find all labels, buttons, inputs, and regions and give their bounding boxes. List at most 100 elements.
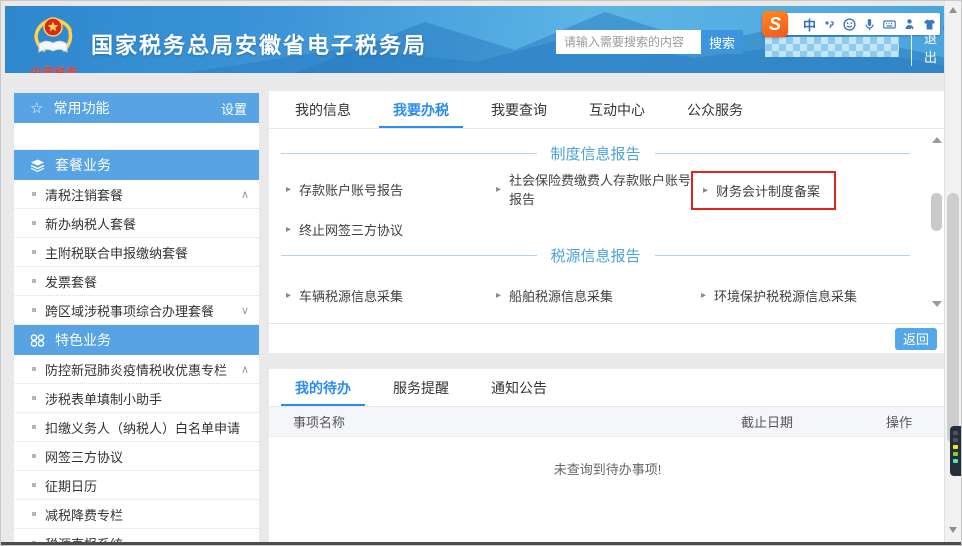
sidebar-header-package-services: 套餐业务 [14, 150, 259, 180]
ime-punctuation-icon[interactable] [823, 18, 836, 31]
window-bottom-edge [1, 542, 961, 545]
bullet-icon [32, 250, 36, 254]
sidebar-item-qingshui-zhuxiao[interactable]: 清税注销套餐 ∧ [14, 180, 259, 209]
redacted-username [765, 37, 899, 57]
bullet-icon [32, 483, 36, 487]
scroll-up-icon[interactable]: ∧ [241, 363, 249, 376]
sidebar-item-xinban-nashuiren[interactable]: 新办纳税人套餐 [14, 209, 259, 238]
link-financial-accounting-system-filing[interactable]: ▸ 财务会计制度备案 [691, 171, 916, 210]
tab-inquiry[interactable]: 我要查询 [477, 91, 561, 128]
ime-emoji-icon[interactable] [843, 17, 856, 31]
todo-panel: 我的待办 服务提醒 通知公告 事项名称 截止日期 操作 未查询到待办事项! [269, 369, 946, 545]
red-highlight-box: ▸ 财务会计制度备案 [691, 171, 837, 210]
search-input[interactable] [556, 30, 701, 54]
scrollbar-thumb[interactable] [931, 193, 942, 231]
link-social-insurance-account-report[interactable]: ▸ 社会保险费缴费人存款账户账号报告 [496, 171, 701, 207]
triangle-right-icon: ▸ [703, 185, 709, 196]
widget-segment [953, 452, 958, 456]
tax-emblem-icon [34, 17, 73, 53]
tab-service-reminder[interactable]: 服务提醒 [379, 369, 463, 406]
tax-bureau-logo: 中国税务 [23, 10, 83, 73]
scrollbar-down-icon[interactable] [932, 301, 942, 307]
sidebar-section-title: 特色业务 [55, 332, 111, 348]
sidebar-item-zhengqi-rili[interactable]: 征期日历 [14, 471, 259, 500]
sidebar-item-zhufushui-lianhe[interactable]: 主附税联合申报缴纳套餐 [14, 238, 259, 267]
logo-caption: 中国税务 [29, 67, 77, 73]
scrollbar-up-icon[interactable] [932, 137, 942, 143]
widget-segment [953, 445, 958, 449]
links-row: ▸ 终止网签三方协议 [286, 211, 916, 247]
link-environmental-tax-source-collection[interactable]: ▸ 环境保护税税源信息采集 [701, 277, 916, 313]
bullet-icon [32, 512, 36, 516]
scrollbar-thumb[interactable] [947, 193, 959, 443]
header-search: 搜索 [556, 30, 743, 54]
link-label: 环境保护税税源信息采集 [714, 288, 858, 304]
link-label: 车辆税源信息采集 [299, 288, 404, 304]
sidebar-item-label: 征期日历 [45, 478, 98, 494]
scroll-up-icon[interactable]: ∧ [241, 188, 249, 201]
triangle-right-icon: ▸ [286, 289, 292, 301]
sidebar-item-label: 涉税表单填制小助手 [45, 391, 163, 407]
section-title-text: 税源信息报告 [550, 248, 641, 265]
app-header: 中国税务 国家税务总局安徽省电子税务局 搜索 S 中 退出 [5, 6, 946, 73]
link-deposit-account-report[interactable]: ▸ 存款账户账号报告 [286, 171, 496, 207]
column-deadline: 截止日期 [741, 415, 794, 430]
link-label: 财务会计制度备案 [716, 184, 821, 199]
scrollbar-down-icon[interactable] [949, 527, 957, 533]
link-terminate-tripartite-agreement[interactable]: ▸ 终止网签三方协议 [286, 211, 496, 247]
divider-line [654, 255, 911, 256]
widget-segment [953, 459, 958, 463]
sidebar-item-wangqian-sanfang[interactable]: 网签三方协议 [14, 442, 259, 471]
sidebar-item-label: 防控新冠肺炎疫情税收优惠专栏 [45, 362, 228, 378]
tab-my-info[interactable]: 我的信息 [281, 91, 365, 128]
scrollbar-up-icon[interactable] [949, 7, 957, 13]
ime-logo-icon[interactable]: S [762, 11, 788, 37]
logout-link[interactable]: 退出 [910, 28, 946, 66]
divider-line [281, 153, 537, 154]
four-rings-icon [30, 333, 45, 347]
common-functions-empty-row [14, 123, 259, 150]
link-vehicle-tax-source-collection[interactable]: ▸ 车辆税源信息采集 [286, 277, 496, 313]
link-ship-tax-source-collection[interactable]: ▸ 船舶税源信息采集 [496, 277, 701, 313]
back-button[interactable]: 返回 [894, 327, 937, 350]
tab-tax-handling[interactable]: 我要办税 [379, 91, 463, 128]
ime-keyboard-icon[interactable] [883, 18, 896, 31]
sidebar-item-sheshui-biaodan[interactable]: 涉税表单填制小助手 [14, 384, 259, 413]
sidebar-item-label: 主附税联合申报缴纳套餐 [45, 245, 189, 261]
sidebar-item-label: 新办纳税人套餐 [45, 216, 137, 232]
sidebar-item-fangkong-xinguan[interactable]: 防控新冠肺炎疫情税收优惠专栏 ∧ [14, 355, 259, 384]
sidebar-item-label: 跨区域涉税事项综合办理套餐 [45, 303, 215, 319]
bullet-icon [32, 192, 36, 196]
sidebar-common-title: 常用功能 [53, 100, 110, 116]
tab-notices[interactable]: 通知公告 [477, 369, 561, 406]
sidebar-item-label: 清税注销套餐 [45, 187, 124, 203]
section-title-text: 制度信息报告 [550, 146, 641, 163]
sidebar-item-fapiao[interactable]: 发票套餐 [14, 267, 259, 296]
tab-my-todo[interactable]: 我的待办 [281, 369, 365, 406]
tab-public-services[interactable]: 公众服务 [673, 91, 757, 128]
link-label: 船舶税源信息采集 [509, 288, 614, 304]
sidebar-item-label: 减税降费专栏 [45, 507, 124, 523]
search-button[interactable]: 搜索 [701, 30, 743, 54]
settings-link[interactable]: 设置 [221, 99, 247, 118]
ime-microphone-icon[interactable] [863, 18, 876, 31]
section-title-system-info-report: 制度信息报告 [281, 143, 911, 164]
sidebar-item-koujiao-yiwuren[interactable]: 扣缴义务人（纳税人）白名单申请 [14, 413, 259, 442]
sidebar-item-jianshui-jiangfei[interactable]: 减税降费专栏 [14, 500, 259, 529]
star-icon: ☆ [30, 99, 44, 117]
content-scrollbar[interactable] [930, 131, 944, 313]
scroll-down-icon[interactable]: ∨ [241, 304, 249, 317]
links-row: ▸ 车辆税源信息采集 ▸ 船舶税源信息采集 ▸ 环境保护税税源信息采集 [286, 277, 916, 313]
sidebar-item-kuaquyu[interactable]: 跨区域涉税事项综合办理套餐 ∨ [14, 296, 259, 325]
user-area: 退出 [765, 28, 946, 66]
floating-side-widget[interactable] [950, 426, 961, 476]
triangle-right-icon: ▸ [286, 183, 292, 195]
layers-icon [30, 159, 45, 172]
bullet-icon [32, 367, 36, 371]
ime-language-icon[interactable]: 中 [803, 15, 816, 34]
sidebar: ☆ 常用功能 设置 套餐业务 清税注销套餐 ∧ 新办纳税人套餐 主附税联合申报缴… [14, 93, 259, 545]
triangle-right-icon: ▸ [496, 289, 502, 301]
widget-segment [953, 431, 958, 435]
sidebar-header-common-functions: ☆ 常用功能 设置 [14, 93, 259, 123]
tab-interaction-center[interactable]: 互动中心 [575, 91, 659, 128]
